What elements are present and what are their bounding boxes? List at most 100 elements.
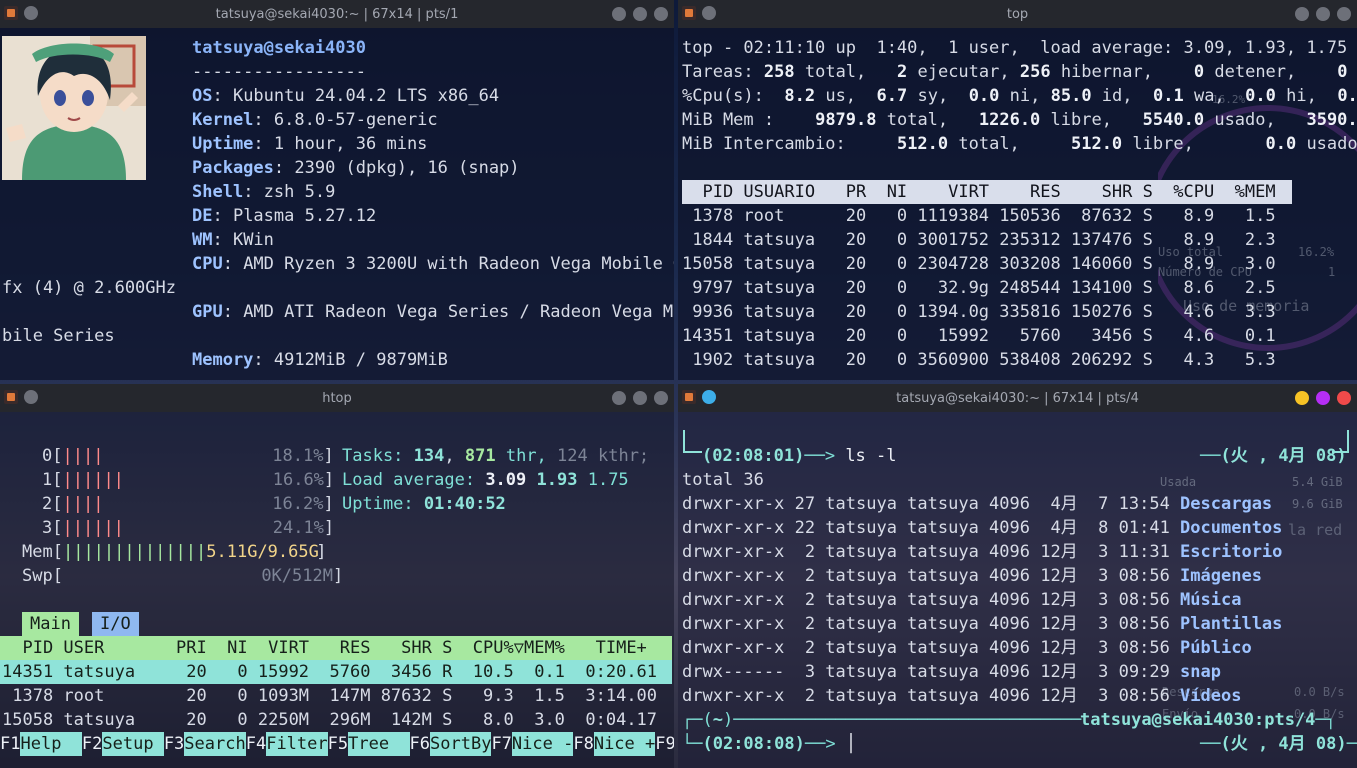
fkey-setup-button[interactable]: Setup [102,732,164,756]
konsole-app-icon[interactable] [4,390,18,404]
konsole-app-icon[interactable] [682,390,696,404]
fkey-nice-minus-button[interactable]: Nice - [511,732,574,756]
top-cpu-line: %Cpu(s): 8.2 us, 6.7 sy, 0.0 ni, 85.0 id… [682,84,1357,108]
neofetch-terminal[interactable]: tatsuya@sekai4030 ----------------- OS: … [0,28,674,380]
ls-dir-name[interactable]: Documentos [1180,518,1282,538]
mem-meter: Mem[||||||||||||||5.11G/9.65G] [22,542,327,562]
process-row-selected[interactable]: 14351 tatsuya 20 0 15992 5760 3456 R 10.… [2,660,657,684]
close-button[interactable] [654,7,668,21]
top-terminal[interactable]: 16.2% Uso total 16.2% Número de CPU 1 Us… [678,28,1357,380]
maximize-button[interactable] [1316,7,1330,21]
fkey-f1: F1 [0,734,21,754]
shell-titlebar[interactable]: tatsuya@sekai4030:~ | 67x14 | pts/4 [678,384,1357,412]
label: us, [815,86,857,106]
label: libre, [1040,110,1112,130]
process-row[interactable]: 15058 tatsuya 20 0 2304728 303208 146060… [682,252,1276,276]
info-value: : Kubuntu 24.04.2 LTS x86_64 [212,86,500,106]
cpu-pct: 24.1% [272,518,324,538]
ls-dir-name[interactable]: snap [1180,662,1221,682]
ls-dir-name[interactable]: Escritorio [1180,542,1282,562]
process-row[interactable]: 9797 tatsuya 20 0 32.9g 248544 134100 S … [682,276,1275,300]
process-row[interactable]: 1378 root 20 0 1093M 147M 87632 S 9.3 1.… [2,684,657,708]
ls-dir-name[interactable]: Música [1180,590,1241,610]
ls-dir-name[interactable]: Imágenes [1180,566,1262,586]
fkey-search-button[interactable]: Search [184,732,246,756]
close-button[interactable] [1337,7,1351,21]
close-button[interactable] [1337,391,1351,405]
pin-icon[interactable] [702,6,716,20]
cpu-meter-1: 1[|||||| 16.6%] [42,470,335,490]
cpu-num: 0 [42,446,53,466]
process-row[interactable]: 15058 tatsuya 20 0 2250M 296M 142M S 8.0… [2,708,657,732]
minimize-button[interactable] [1295,391,1309,405]
process-row[interactable]: 1902 tatsuya 20 0 3560900 538408 206292 … [682,348,1275,372]
mem-bars: |||||||||||||| [62,542,207,562]
htop-terminal[interactable]: 0[|||| 18.1%] 1[|||||| 16.6%] 2[|||| 16.2%]… [0,412,674,768]
top-window[interactable]: top 16.2% Uso total 16.2% Número de CPU … [678,0,1357,380]
value: 1.93 [536,470,578,490]
tab-io[interactable]: I/O [92,612,139,636]
cpu-bars: |||| [62,446,104,466]
close-button[interactable] [654,391,668,405]
ls-perm: drwx------ 3 tatsuya tatsuya 4096 12月 3 … [682,662,1181,682]
fkey-filter-button[interactable]: Filter [266,732,328,756]
neofetch-titlebar[interactable]: tatsuya@sekai4030:~ | 67x14 | pts/1 [0,0,674,28]
htop-titlebar[interactable]: htop [0,384,674,412]
pin-icon[interactable] [702,390,716,404]
shell-terminal[interactable]: Usada 5.4 GiB 9.6 GiB la red Descarga 0.… [678,412,1357,768]
tab-main[interactable]: Main [22,612,79,636]
prompt-time: (02:08:01) [702,446,805,466]
info-row-uptime: Uptime: 1 hour, 36 mins [192,132,427,156]
label: detener, [1204,62,1297,82]
fkey-tree-button[interactable]: Tree [348,732,410,756]
info-row-wm: WM: KWin [192,228,274,252]
process-row[interactable]: 1378 root 20 0 1119384 150536 87632 S 8.… [682,204,1275,228]
minimize-button[interactable] [612,7,626,21]
htop-header-text[interactable]: PID USER PRI NI VIRT RES SHR S CPU%▽MEM%… [2,636,646,660]
label: id, [1091,86,1133,106]
prompt-line-1: (02:08:01)──> ls -l [702,446,897,466]
value: 3590.6 [1306,110,1357,130]
neofetch-window[interactable]: tatsuya@sekai4030:~ | 67x14 | pts/1 tats… [0,0,674,380]
process-row[interactable]: 14351 tatsuya 20 0 15992 5760 3456 S 4.6… [682,324,1276,348]
pin-icon[interactable] [24,6,38,20]
fkey-help-button[interactable]: Help [20,732,82,756]
maximize-button[interactable] [633,7,647,21]
maximize-button[interactable] [1316,391,1330,405]
label: thr, [505,446,547,466]
minimize-button[interactable] [1295,7,1309,21]
cpu-pct: 18.1% [272,446,324,466]
ls-dir-name[interactable]: Público [1180,638,1252,658]
overlay-rate-1: 0.0 B/s [1294,685,1345,699]
konsole-app-icon[interactable] [4,6,18,20]
konsole-app-icon[interactable] [682,6,696,20]
overlay-cpu-count: 1 [1328,265,1336,279]
fkey-nice-plus-button[interactable]: Nice + [593,732,656,756]
ls-dir-name[interactable]: Vídeos [1180,686,1241,706]
shell-window[interactable]: tatsuya@sekai4030:~ | 67x14 | pts/4 Usad… [678,384,1357,768]
value: 0 [1337,62,1348,82]
info-row-memory: Memory: 4912MiB / 9879MiB [192,348,448,372]
ls-perm: drwxr-xr-x 2 tatsuya tatsuya 4096 12月 3 … [682,566,1181,586]
ls-dir-name[interactable]: Plantillas [1180,614,1282,634]
ls-entry: drwxr-xr-x 2 tatsuya tatsuya 4096 12月 3 … [682,684,1241,708]
minimize-button[interactable] [612,391,626,405]
process-row[interactable]: 9936 tatsuya 20 0 1394.0g 335816 150276 … [682,300,1275,324]
info-row-de: DE: Plasma 5.27.12 [192,204,376,228]
info-row-shell: Shell: zsh 5.9 [192,180,335,204]
fkey-sortby-button[interactable]: SortBy [430,732,492,756]
info-key: Uptime [192,134,254,154]
maximize-button[interactable] [633,391,647,405]
prompt-line-2[interactable]: └─(02:08:08)──> │ [682,732,856,756]
pin-icon[interactable] [24,390,38,404]
htop-window[interactable]: htop 0[|||| 18.1%] 1[|||||| 16.6%] 2[|||| 1… [0,384,674,768]
info-value: : zsh 5.9 [243,182,336,202]
info-row-gpu: GPU: AMD ATI Radeon Vega Series / Radeon… [192,300,674,324]
info-row-packages: Packages: 2390 (dpkg), 16 (snap) [192,156,520,180]
top-titlebar[interactable]: top [678,0,1357,28]
process-row[interactable]: 1844 tatsuya 20 0 3001752 235312 137476 … [682,228,1275,252]
prompt-command: ls -l [835,446,897,466]
prompt-date: (火 , 4月 08) [1220,734,1347,754]
top-tasks-line: Tareas: 258 total, 2 ejecutar, 256 hiber… [682,60,1347,84]
ls-dir-name[interactable]: Descargas [1180,494,1272,514]
